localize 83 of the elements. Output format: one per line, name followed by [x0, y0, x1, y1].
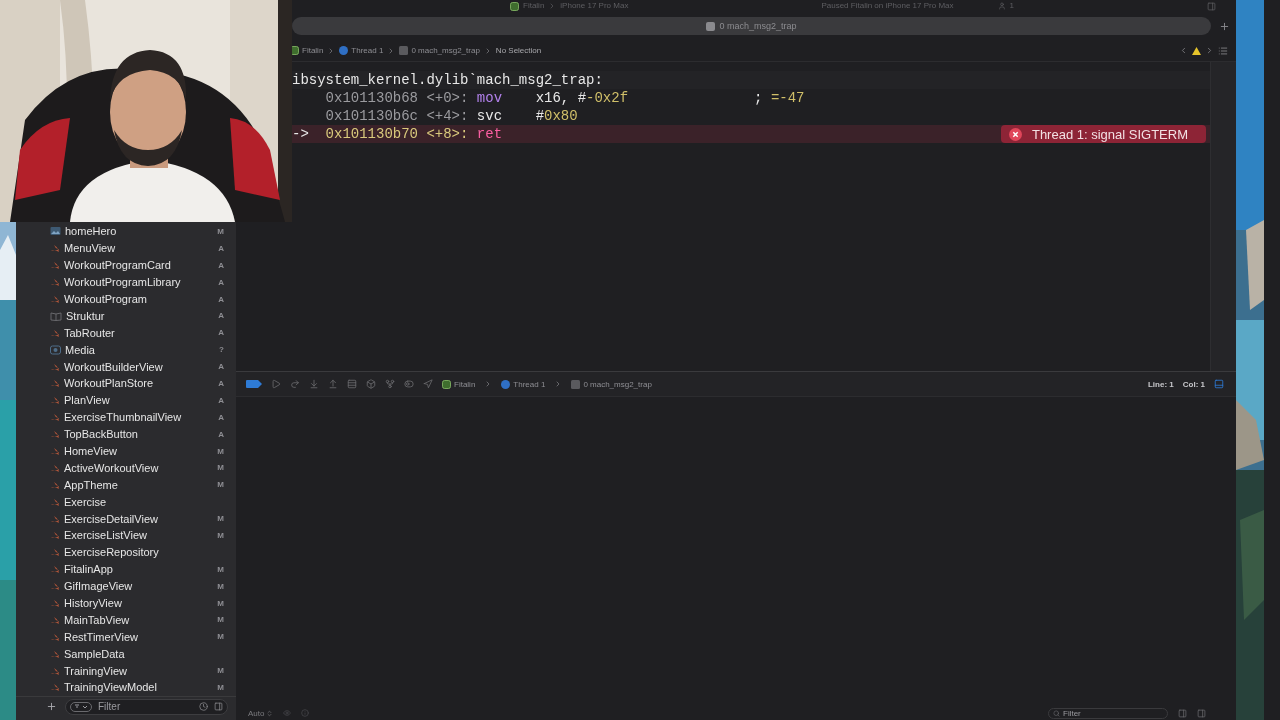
error-annotation[interactable]: Thread 1: signal SIGTERM: [1000, 125, 1206, 143]
info-icon[interactable]: [301, 709, 310, 717]
split-right-icon[interactable]: [1197, 708, 1206, 718]
file-item[interactable]: TrainingViewModel M: [16, 679, 236, 696]
console-filter-input[interactable]: Filter: [1063, 708, 1163, 718]
code-line: -> 0x101130b70 <+8>: ret: [292, 125, 503, 143]
file-item[interactable]: Struktur A: [16, 307, 236, 325]
console-toggle-icon[interactable]: [1214, 379, 1224, 389]
file-item[interactable]: PlanView A: [16, 391, 236, 409]
file-item[interactable]: WorkoutProgramLibrary A: [16, 273, 236, 291]
recent-icon[interactable]: [199, 702, 208, 711]
code-line: 0x101130b68 <+0>: mov x16, #-0x2f ; =-47: [324, 89, 805, 107]
image-file-icon: [50, 226, 61, 237]
list-icon[interactable]: [1218, 45, 1228, 56]
file-item[interactable]: GifImageView M: [16, 577, 236, 595]
scope-icon[interactable]: [214, 702, 223, 711]
path-item[interactable]: Fitalin: [302, 46, 324, 55]
file-item[interactable]: HomeView M: [16, 442, 236, 460]
book-icon: [50, 310, 62, 321]
forward-icon[interactable]: [1205, 46, 1214, 55]
file-item[interactable]: WorkoutBuilderView A: [16, 358, 236, 375]
path-item[interactable]: Thread 1: [513, 379, 546, 389]
file-item[interactable]: MenuView A: [16, 239, 236, 257]
person-icon: [997, 2, 1006, 10]
filter-input[interactable]: Filter: [98, 701, 193, 712]
graph-icon[interactable]: [385, 379, 395, 389]
continue-icon[interactable]: [271, 379, 281, 389]
step-over-icon[interactable]: [290, 379, 300, 389]
file-item[interactable]: WorkoutProgram A: [16, 290, 236, 308]
file-item[interactable]: TrainingView M: [16, 662, 236, 680]
eye-icon[interactable]: [283, 709, 292, 717]
add-icon[interactable]: [46, 701, 57, 712]
breakpoints-icon[interactable]: [246, 380, 262, 388]
file-item[interactable]: ActiveWorkoutView M: [16, 459, 236, 477]
cursor-line: Line: 1: [1148, 379, 1174, 389]
app-icon: [510, 1, 519, 11]
filter-options-icon: [74, 703, 88, 710]
up-down-chevron-icon: [266, 709, 274, 717]
warning-icon[interactable]: [1192, 46, 1201, 55]
file-item[interactable]: ExerciseThumbnailView A: [16, 408, 236, 426]
step-into-icon[interactable]: [309, 379, 319, 389]
file-item[interactable]: TopBackButton A: [16, 425, 236, 443]
file-item[interactable]: HistoryView M: [16, 594, 236, 612]
asset-catalog-icon: [50, 344, 61, 355]
file-item[interactable]: MainTabView M: [16, 611, 236, 629]
thread-icon: [339, 46, 349, 55]
location-icon[interactable]: [423, 379, 433, 389]
split-left-icon[interactable]: [1178, 708, 1187, 718]
app-icon: [442, 379, 451, 389]
stack-frame-icon: [399, 46, 409, 55]
thread-icon: [501, 379, 511, 389]
file-item[interactable]: WorkoutPlanStore A: [16, 375, 236, 392]
stack-frame-icon: [571, 379, 581, 389]
file-item[interactable]: TabRouter A: [16, 324, 236, 342]
add-tab-icon[interactable]: [1219, 20, 1230, 32]
file-item[interactable]: WorkoutProgramCard A: [16, 256, 236, 274]
cube-icon[interactable]: [366, 379, 376, 389]
path-item[interactable]: Thread 1: [351, 46, 384, 55]
step-out-icon[interactable]: [328, 379, 338, 389]
file-item[interactable]: homeHero M: [16, 223, 236, 240]
path-item[interactable]: No Selection: [495, 46, 542, 55]
file-item[interactable]: ExerciseListView M: [16, 527, 236, 544]
file-item[interactable]: Media ?: [16, 341, 236, 359]
editor-tab[interactable]: 0 mach_msg2_trap: [292, 17, 1211, 35]
view-hierarchy-icon[interactable]: [347, 379, 357, 389]
path-item[interactable]: 0 mach_msg2_trap: [583, 379, 652, 389]
path-item[interactable]: 0 mach_msg2_trap: [411, 46, 480, 55]
file-item[interactable]: Exercise: [16, 493, 236, 511]
file-item[interactable]: AppTheme M: [16, 476, 236, 494]
file-item[interactable]: ExerciseRepository: [16, 543, 236, 561]
file-item[interactable]: FitalinApp M: [16, 560, 236, 578]
code-line: 0x101130b6c <+4>: svc #0x80: [324, 107, 578, 125]
error-icon: [1008, 127, 1022, 141]
console-mode-selector[interactable]: Auto: [248, 708, 274, 718]
back-icon[interactable]: [1179, 46, 1188, 55]
cursor-column: Col: 1: [1182, 379, 1205, 389]
search-icon: [1053, 709, 1060, 717]
path-item[interactable]: Fitalin: [454, 379, 476, 389]
file-item[interactable]: SampleData: [16, 645, 236, 663]
filter-field[interactable]: Filter: [65, 698, 228, 715]
file-item[interactable]: RestTimerView M: [16, 628, 236, 646]
file-item[interactable]: ExerciseDetailView M: [16, 510, 236, 528]
inspector-toggle-icon[interactable]: [1207, 1, 1216, 11]
